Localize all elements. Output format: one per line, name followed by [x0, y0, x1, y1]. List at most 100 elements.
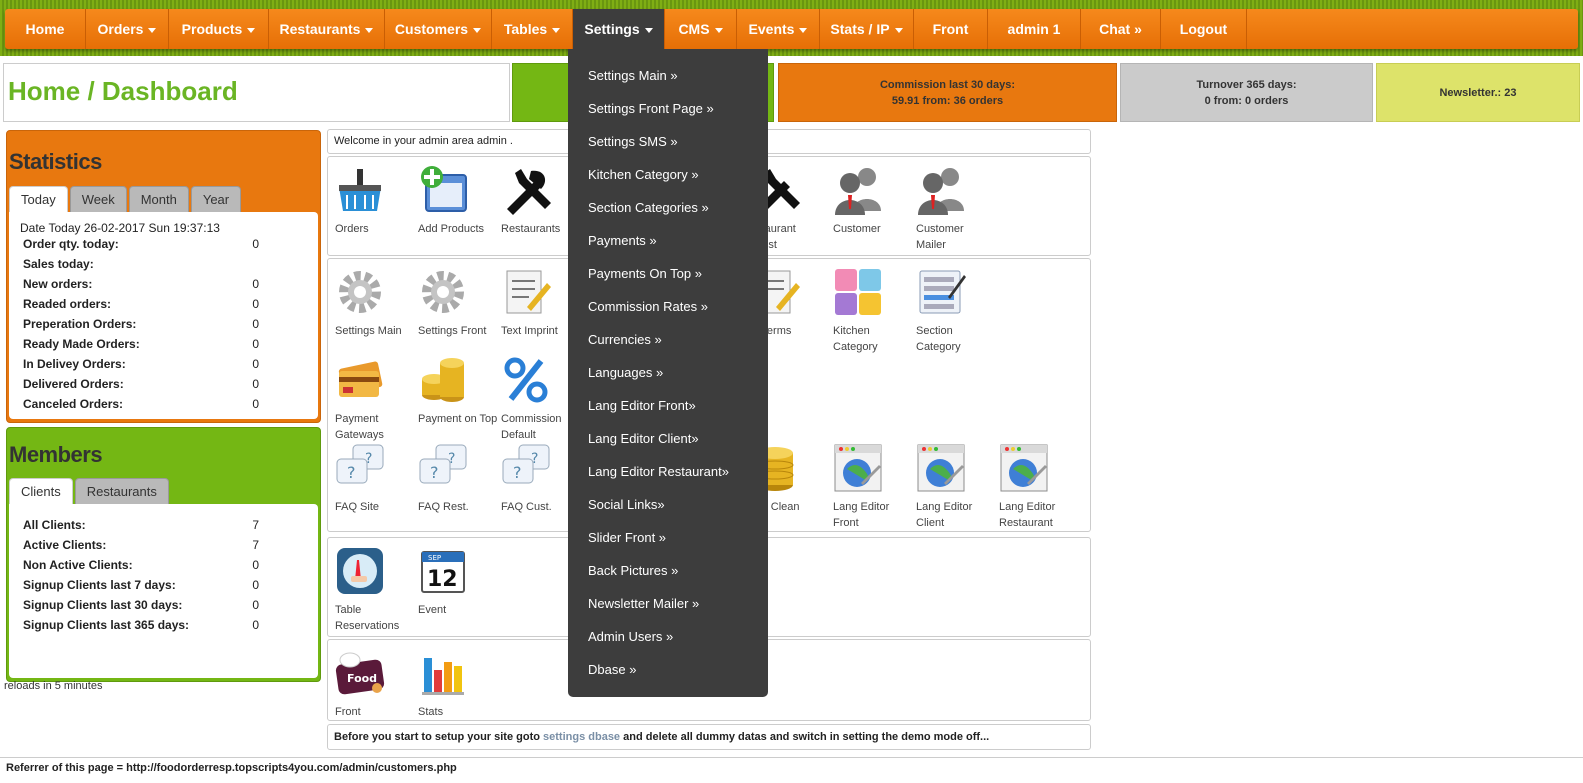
menu-commission-rates[interactable]: Commission Rates » [588, 297, 708, 317]
caret-down-icon [894, 27, 903, 33]
tile-stats[interactable]: Stats [418, 648, 498, 720]
nav-label: admin 1 [1007, 21, 1061, 37]
members-panel: Members Clients Restaurants All Clients:… [6, 427, 321, 682]
member-row: Signup Clients last 30 days: 0 [23, 598, 263, 618]
tile-customer[interactable]: Customer [833, 165, 913, 237]
menu-currencies[interactable]: Currencies » [588, 330, 662, 350]
nav-orders[interactable]: Orders [86, 9, 169, 49]
nav-admin[interactable]: admin 1 [988, 9, 1081, 49]
nav-settings[interactable]: Settings [573, 9, 665, 49]
tab-clients[interactable]: Clients [9, 478, 73, 504]
nav-label: Restaurants [279, 21, 361, 37]
nav-label: Tables [503, 21, 548, 37]
menu-settings-front-page[interactable]: Settings Front Page » [588, 99, 714, 119]
tab-restaurants[interactable]: Restaurants [74, 478, 169, 504]
nav-restaurants[interactable]: Restaurants [269, 9, 385, 49]
tile-label: Add Products [418, 223, 485, 235]
tab-week[interactable]: Week [69, 186, 127, 212]
tile-event[interactable]: SEP 12 Event [418, 546, 498, 618]
menu-settings-sms[interactable]: Settings SMS » [588, 132, 678, 152]
notice-text-before: Before you start to setup your site goto [334, 731, 544, 743]
touch-clock-icon [337, 548, 383, 594]
menu-section-categories[interactable]: Section Categories » [588, 198, 709, 218]
tile-add-products[interactable]: Add Products [418, 165, 498, 237]
tile-section-category[interactable]: Section Category [916, 267, 996, 355]
nav-home[interactable]: Home [5, 9, 86, 49]
nav-tables[interactable]: Tables [492, 9, 573, 49]
tab-today[interactable]: Today [9, 186, 68, 212]
menu-lang-editor-front[interactable]: Lang Editor Front» [588, 396, 696, 416]
tile-label: FAQ Site [335, 501, 380, 513]
tile-front[interactable]: Food Front [335, 648, 415, 720]
stat-value: 0 [252, 397, 259, 411]
stat-label: In Delivey Orders: [23, 357, 126, 371]
svg-text:Food: Food [347, 672, 377, 685]
tile-label: Settings Main [335, 325, 402, 337]
menu-back-pictures[interactable]: Back Pictures » [588, 561, 678, 581]
menu-languages[interactable]: Languages » [588, 363, 663, 383]
gear-icon [339, 271, 381, 313]
nav-chat[interactable]: Chat » [1081, 9, 1161, 49]
svg-text:?: ? [347, 463, 356, 482]
tile-settings-main[interactable]: Settings Main [335, 267, 415, 339]
menu-admin-users[interactable]: Admin Users » [588, 627, 673, 647]
tile-orders[interactable]: Orders [335, 165, 415, 237]
tile-settings-front[interactable]: Settings Front [418, 267, 498, 339]
menu-slider-front[interactable]: Slider Front » [588, 528, 666, 548]
settings-dbase-link[interactable]: settings dbase [543, 731, 620, 743]
tab-month[interactable]: Month [128, 186, 189, 212]
nav-label: Chat » [1099, 21, 1142, 37]
stat-value: 0 [252, 237, 259, 251]
menu-lang-editor-restaurant[interactable]: Lang Editor Restaurant» [588, 462, 729, 482]
stat-row: Preperation Orders: 0 [23, 317, 263, 337]
tile-payment-on-top[interactable]: Payment on Top [418, 355, 498, 427]
stat-label: Ready Made Orders: [23, 337, 140, 351]
settings-dropdown-menu: Settings Main » Settings Front Page » Se… [568, 49, 768, 697]
stat-value: 0 [252, 277, 259, 291]
svg-text:SEP: SEP [428, 554, 441, 562]
nav-label: Settings [584, 21, 640, 37]
nav-label: Front [932, 21, 969, 37]
caret-down-icon [473, 27, 482, 33]
menu-lang-editor-client[interactable]: Lang Editor Client» [588, 429, 699, 449]
nav-cms[interactable]: CMS [665, 9, 737, 49]
menu-payments[interactable]: Payments » [588, 231, 657, 251]
main-menu: Home Orders Products Restaurants Custome… [5, 9, 1578, 49]
svg-text:?: ? [531, 451, 538, 467]
tile-label: FAQ Rest. [418, 501, 469, 513]
tile-kitchen-category[interactable]: Kitchen Category [833, 267, 913, 355]
member-value: 0 [252, 618, 259, 632]
nav-products[interactable]: Products [169, 9, 269, 49]
stat-row: Order qty. today: 0 [23, 237, 263, 257]
nav-customers[interactable]: Customers [385, 9, 492, 49]
tile-label: Payment Gateways [335, 413, 384, 441]
faq-bubble-icon: ? ? [419, 444, 467, 484]
food-sign-icon: Food [335, 652, 385, 695]
menu-newsletter-mailer[interactable]: Newsletter Mailer » [588, 594, 699, 614]
nav-events[interactable]: Events [737, 9, 820, 49]
tab-year[interactable]: Year [190, 186, 242, 212]
tile-lang-editor-restaurant[interactable]: Lang Editor Restaurant [999, 443, 1079, 531]
menu-settings-main[interactable]: Settings Main » [588, 66, 678, 86]
stat-row: In Delivey Orders: 0 [23, 357, 263, 377]
tile-payment-gateways[interactable]: Payment Gateways [335, 355, 415, 443]
menu-kitchen-category[interactable]: Kitchen Category » [588, 165, 699, 185]
percent-icon [504, 357, 548, 403]
member-row: All Clients: 7 [23, 518, 263, 538]
tile-label: Orders [335, 223, 369, 235]
nav-stats-ip[interactable]: Stats / IP [820, 9, 914, 49]
tile-faq-site[interactable]: ? ? FAQ Site [335, 443, 415, 515]
newsletter-count: Newsletter.: 23 [1439, 86, 1517, 99]
nav-label: Products [181, 21, 243, 37]
menu-social-links[interactable]: Social Links» [588, 495, 665, 515]
tile-table-reservations[interactable]: Table Reservations [335, 546, 415, 634]
nav-front[interactable]: Front [914, 9, 988, 49]
tile-lang-editor-client[interactable]: Lang Editor Client [916, 443, 996, 531]
nav-logout[interactable]: Logout [1161, 9, 1247, 49]
tile-faq-rest[interactable]: ? ? FAQ Rest. [418, 443, 498, 515]
tile-lang-editor-front[interactable]: Lang Editor Front [833, 443, 913, 531]
tile-customer-mailer[interactable]: Customer Mailer [916, 165, 996, 253]
menu-dbase[interactable]: Dbase » [588, 660, 636, 680]
stat-row: Canceled Orders: 0 [23, 397, 263, 417]
menu-payments-on-top[interactable]: Payments On Top » [588, 264, 702, 284]
